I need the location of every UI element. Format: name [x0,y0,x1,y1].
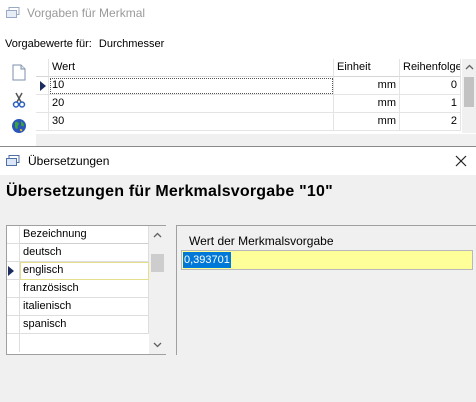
new-button[interactable] [8,62,30,82]
cell-reihenfolge[interactable]: 0 [400,77,461,95]
globe-icon [12,119,26,133]
cell-reihenfolge[interactable]: 2 [400,113,461,131]
list-item-label[interactable]: französisch [20,280,149,298]
cut-button[interactable] [8,90,30,110]
row-indicator [7,316,20,334]
column-header-wert[interactable]: Wert [49,59,334,77]
row-indicator [36,113,49,131]
value-label: Wert der Merkmalsvorgabe [189,234,334,248]
column-header-reihenfolge[interactable]: Reihenfolge [400,59,461,77]
new-document-icon [12,64,26,80]
cell-reihenfolge[interactable]: 1 [400,95,461,113]
value-field[interactable]: 0,393701 [181,250,473,270]
row-indicator [36,77,49,95]
list-vertical-scrollbar[interactable] [149,226,166,354]
column-header-einheit[interactable]: Einheit [334,59,400,77]
table-row[interactable]: 10 mm 0 [36,77,461,95]
list-item-label[interactable]: englisch [20,262,149,280]
cell-wert[interactable]: 10 [49,77,334,95]
caption: Vorgabewerte für: Durchmesser [5,38,168,50]
table-header: Wert Einheit Reihenfolge [36,59,461,77]
value-text: 0,393701 [183,252,231,268]
table-vertical-scrollbar[interactable] [462,59,476,133]
list-item[interactable]: deutsch [7,244,149,262]
list-item [7,334,149,352]
scroll-thumb[interactable] [151,254,164,272]
dialog-title: Übersetzungen [28,154,110,168]
window-icon [6,7,20,22]
table-row[interactable]: 20 mm 1 [36,95,461,113]
cell-einheit[interactable]: mm [334,113,400,131]
table-row[interactable]: 30 mm 2 [36,113,461,131]
list-item-label[interactable]: deutsch [20,244,149,262]
cell-wert[interactable]: 30 [49,113,334,131]
caption-value: Durchmesser [98,38,165,50]
row-indicator [7,298,20,316]
scroll-thumb[interactable] [464,77,474,107]
list-item-label[interactable]: italienisch [20,298,149,316]
language-list: Bezeichnung deutsch englisch französisch… [6,225,166,355]
current-row-arrow-icon [40,81,46,91]
row-indicator [7,262,20,280]
current-row-arrow-icon [8,266,14,276]
column-header-bezeichnung[interactable]: Bezeichnung [20,226,149,244]
globe-button[interactable] [8,116,30,136]
list-item[interactable]: französisch [7,280,149,298]
row-indicator [7,244,20,262]
row-indicator [7,280,20,298]
value-panel: Wert der Merkmalsvorgabe 0,393701 [176,225,476,355]
list-item[interactable]: spanisch [7,316,149,334]
list-item[interactable]: italienisch [7,298,149,316]
list-header: Bezeichnung [7,226,149,244]
table-horizontal-scrollbar[interactable] [36,134,476,146]
scroll-up-icon[interactable] [465,63,474,72]
caption-label: Vorgabewerte für: [5,38,92,50]
row-indicator [36,95,49,113]
window-icon [6,155,20,170]
cell-einheit[interactable]: mm [334,95,400,113]
background-window: Vorgaben für Merkmal Vorgabewerte für: D… [0,0,476,148]
cell-einheit[interactable]: mm [334,77,400,95]
list-item-label[interactable]: spanisch [20,316,149,334]
list-item[interactable]: englisch [7,262,149,280]
close-icon[interactable] [452,152,470,170]
scroll-up-icon[interactable] [153,231,162,240]
background-window-title: Vorgaben für Merkmal [27,6,146,20]
dialog-titlebar: Übersetzungen [0,147,476,175]
values-table: Wert Einheit Reihenfolge 10 mm 0 20 mm 1… [36,59,461,133]
background-titlebar: Vorgaben für Merkmal [0,0,476,26]
scroll-down-icon[interactable] [153,340,162,349]
scissors-icon [12,92,26,108]
translations-dialog: Übersetzungen Übersetzungen für Merkmals… [0,146,476,402]
cell-wert[interactable]: 20 [49,95,334,113]
dialog-heading: Übersetzungen für Merkmalsvorgabe "10" [6,183,333,200]
